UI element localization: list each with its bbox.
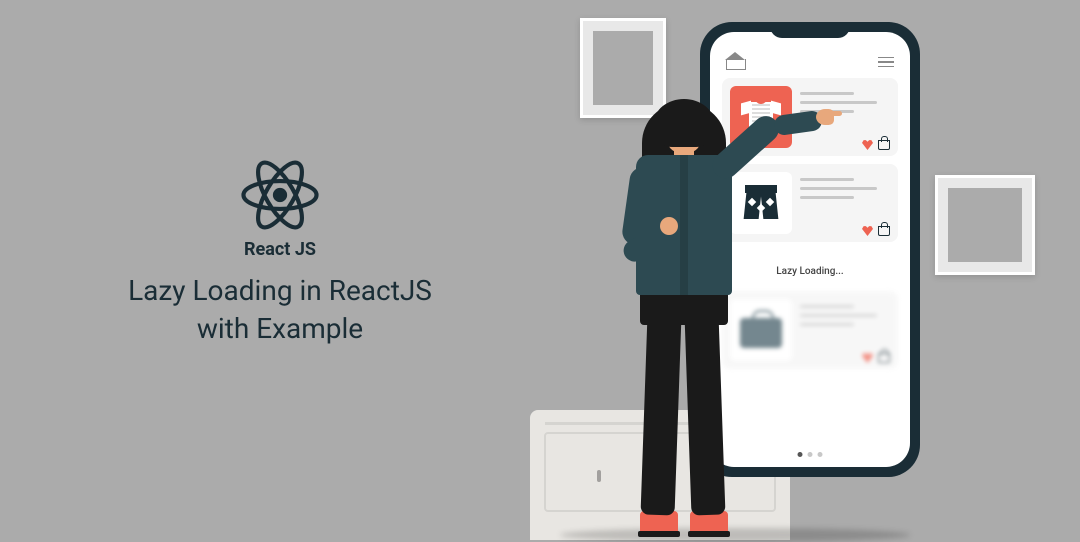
wall-frame-right (935, 175, 1035, 275)
logo-caption: React JS (100, 239, 460, 260)
heart-icon (862, 352, 873, 363)
home-icon[interactable] (726, 54, 744, 70)
title-line-2: with Example (197, 312, 363, 345)
heart-icon[interactable] (862, 225, 873, 236)
app-topbar (722, 54, 898, 78)
dot[interactable] (818, 452, 823, 457)
pagination-dots (798, 452, 823, 457)
hero-text-block: React JS Lazy Loading in ReactJS with Ex… (100, 155, 460, 348)
heart-icon[interactable] (862, 139, 873, 150)
cart-icon[interactable] (878, 140, 890, 150)
cart-icon[interactable] (878, 226, 890, 236)
cart-icon (878, 353, 890, 363)
phone-notch (770, 22, 850, 38)
hero-title: Lazy Loading in ReactJS with Example (100, 272, 460, 348)
react-logo-icon (240, 155, 320, 235)
menu-icon[interactable] (878, 57, 894, 68)
woman-illustration (588, 85, 788, 540)
dot-active[interactable] (798, 452, 803, 457)
dot[interactable] (808, 452, 813, 457)
title-line-1: Lazy Loading in ReactJS (128, 274, 432, 307)
